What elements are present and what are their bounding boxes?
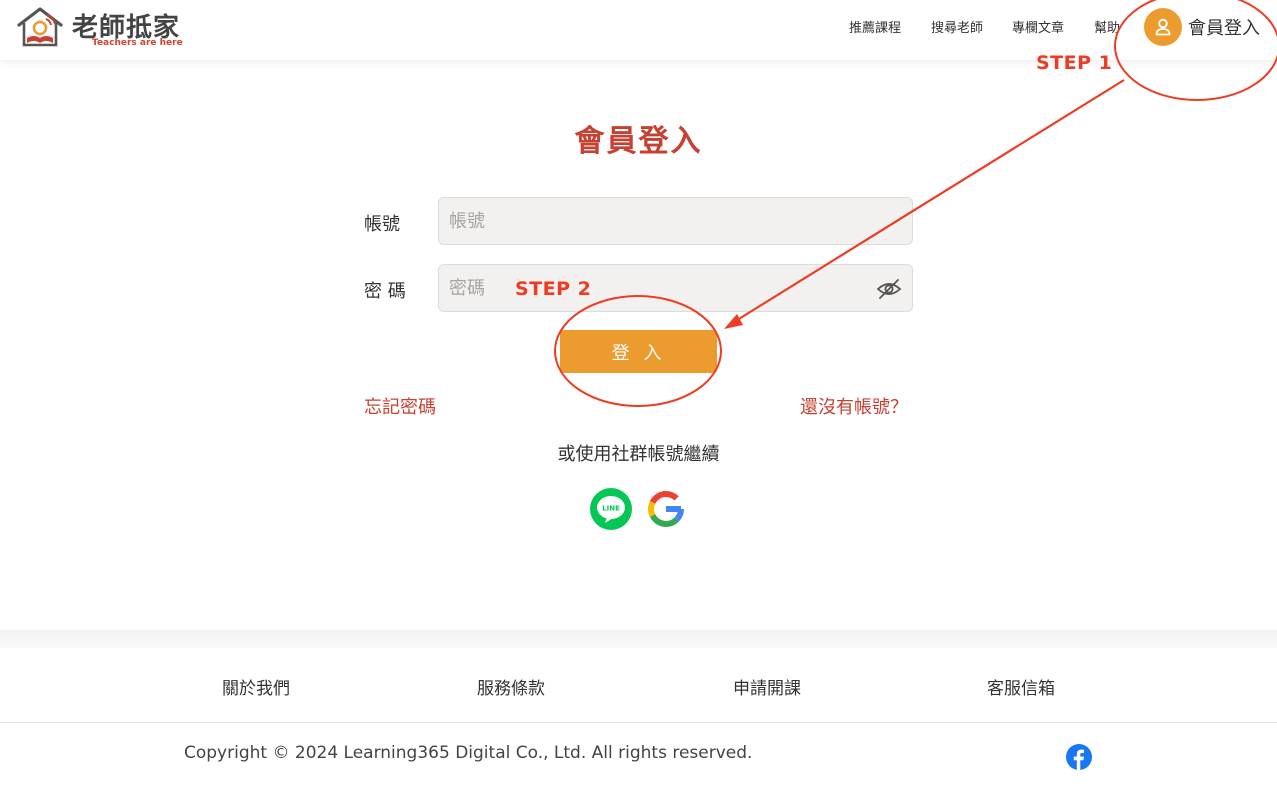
nav-articles[interactable]: 專欄文章 [1012,17,1064,36]
annotation-arrow-head [724,314,743,329]
house-book-logo-icon [17,7,63,47]
user-icon [1144,8,1182,46]
facebook-icon[interactable] [1066,744,1092,770]
svg-text:LINE: LINE [602,505,620,513]
account-label: 帳號 [364,214,400,235]
nav-recommended-courses[interactable]: 推薦課程 [849,17,901,36]
line-login-icon[interactable]: LINE [590,488,632,530]
step1-annotation: STEP 1 [1036,52,1113,74]
copyright-text: Copyright © 2024 Learning365 Digital Co.… [184,743,753,763]
logo-subtitle: Teachers are here [92,38,183,48]
member-login-label: 會員登入 [1188,18,1260,39]
footer-top-shade [0,630,1277,648]
register-link[interactable]: 還沒有帳號？ [800,393,908,419]
footer-support-email-link[interactable]: 客服信箱 [987,674,1055,699]
site-logo[interactable]: 老師抵家 Teachers are here [16,5,191,51]
social-login-caption: 或使用社群帳號繼續 [557,444,720,465]
forgot-password-link[interactable]: 忘記密碼 [364,393,436,419]
header: 老師抵家 Teachers are here 推薦課程 搜尋老師 專欄文章 幫助… [0,0,1277,60]
nav-search-teachers[interactable]: 搜尋老師 [931,17,983,36]
nav-help[interactable]: 幫助 [1094,17,1120,36]
account-input[interactable] [438,197,913,245]
step2-annotation: STEP 2 [515,278,592,300]
footer-terms-link[interactable]: 服務條款 [477,674,545,699]
password-input[interactable] [438,264,913,312]
footer-about-link[interactable]: 關於我們 [222,674,290,699]
page-title: 會員登入 [574,124,703,159]
login-submit-button[interactable]: 登 入 [560,330,717,373]
password-label: 密 碼 [364,281,406,302]
google-login-icon[interactable] [645,488,687,530]
member-login-button[interactable]: 會員登入 [1144,8,1260,46]
footer-divider [0,722,1277,723]
footer-apply-course-link[interactable]: 申請開課 [733,674,801,699]
eye-off-icon[interactable] [875,276,903,302]
